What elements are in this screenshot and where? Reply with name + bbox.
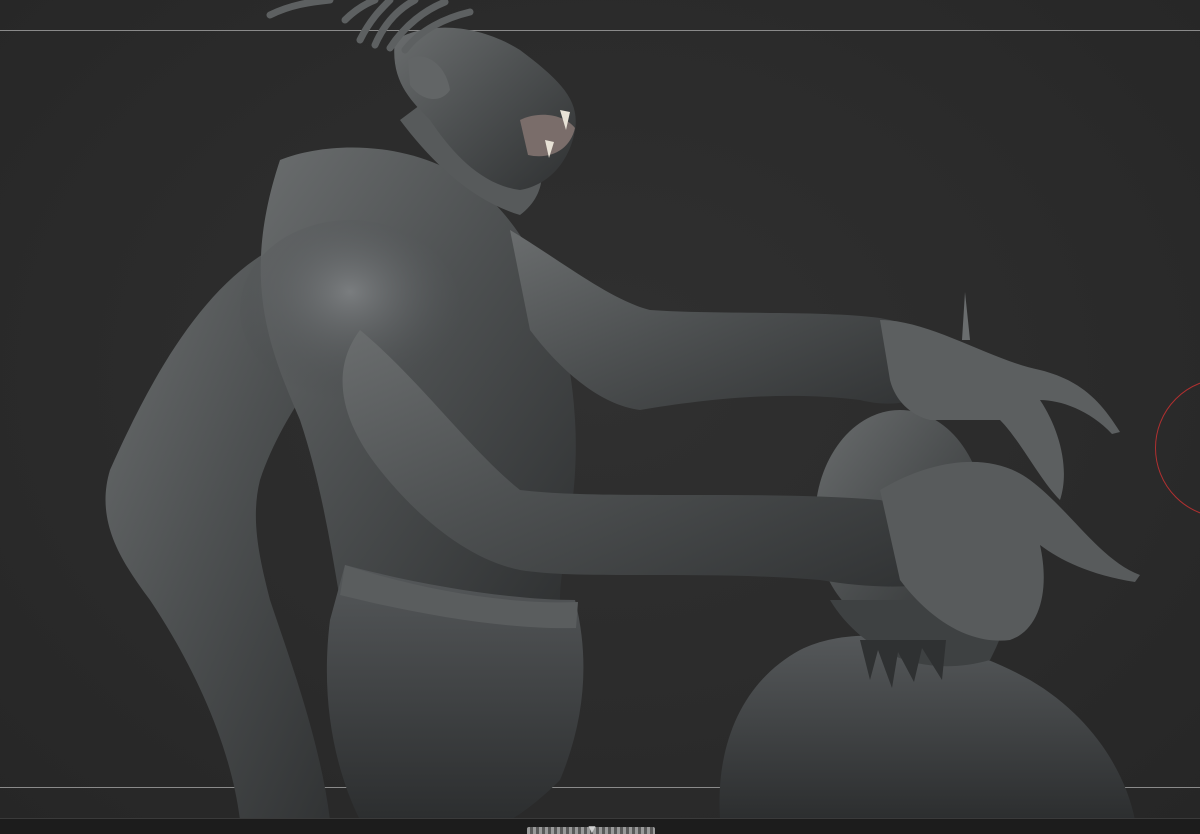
scroll-handle-icon[interactable]: ▼ — [583, 826, 601, 834]
sculpted-model[interactable] — [0, 0, 1200, 834]
sculpt-viewport[interactable]: ▼ — [0, 0, 1200, 834]
upper-arm — [510, 230, 950, 410]
